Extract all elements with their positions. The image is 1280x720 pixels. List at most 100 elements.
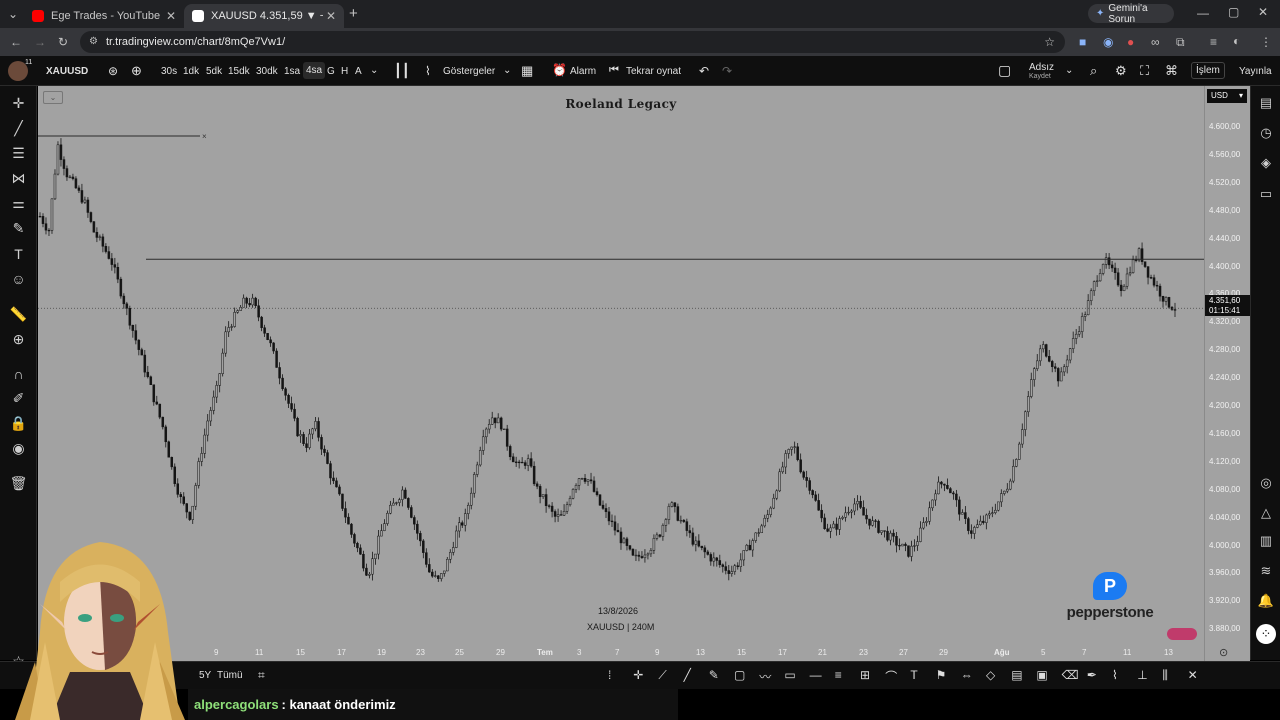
translate-icon[interactable]: ◉ [1103,36,1113,48]
lock-icon[interactable]: 🔒 [0,416,37,430]
eraser-icon[interactable]: ⌫ [1062,668,1079,682]
calendar-icon[interactable]: ▥ [1251,534,1280,547]
magnet-icon[interactable]: ∩ [0,367,37,381]
bookmark-star-icon[interactable]: ☆ [1044,35,1055,49]
pen-icon[interactable]: ✒ [1087,668,1097,682]
channel-icon[interactable]: ≡ [835,668,842,682]
reload-icon[interactable]: ↻ [58,36,68,48]
browser-menu-icon[interactable]: ⋮ [1260,36,1272,48]
range-all[interactable]: Tümü [217,670,243,681]
add-symbol-icon[interactable]: ⊕ [131,63,142,79]
quick-search-icon[interactable]: ⌕ [1090,63,1097,79]
gemini-button[interactable]: ✦ Gemini'a Sorun [1088,3,1174,25]
axis-settings-icon[interactable]: ⊙ [1219,646,1228,659]
fib-icon[interactable]: ⟋ [658,668,666,683]
extensions-puzzle-icon[interactable]: ⧉ [1176,36,1185,48]
pattern-icon[interactable]: ⋈ [0,171,37,185]
currency-select[interactable]: USD ▾ [1207,89,1247,103]
interval-1sa[interactable]: 1sa [284,66,300,77]
measure-icon[interactable]: ▤ [1011,668,1022,682]
interval-g[interactable]: G [327,66,335,77]
range-icon[interactable]: ⇔ [961,668,973,682]
site-info-icon[interactable]: ⚙ [89,36,98,47]
extension-red-icon[interactable]: ● [1127,36,1134,48]
undo-icon[interactable]: ↶ [699,64,709,78]
alarm-button[interactable]: Alarm [570,66,596,77]
close-tab-icon[interactable]: ✕ [326,9,336,23]
hline-icon[interactable]: — [810,668,822,682]
range-5y[interactable]: 5Y [199,670,211,681]
note-icon[interactable]: ▭ [784,668,795,682]
close-window-icon[interactable]: ✕ [1258,6,1268,18]
tab-search-icon[interactable]: ⌄ [8,8,18,20]
stream-icon[interactable]: ≋ [1251,564,1280,577]
candle-type-icon[interactable]: ┃┃ [394,63,410,79]
url-field[interactable]: ⚙ tr.tradingview.com/chart/8mQe7Vw1/ ☆ [80,31,1065,53]
ellipse-icon[interactable]: ◇ [986,668,995,682]
close-icon[interactable]: ✕ [1188,668,1198,682]
emoji-icon[interactable]: ☺ [0,272,37,286]
crosshair-icon[interactable]: ✛ [633,668,643,682]
interval-5dk[interactable]: 5dk [206,66,222,77]
watchlist-icon[interactable]: ▤ [1251,96,1280,109]
apps-grid-icon[interactable]: ⁘ [1256,624,1276,644]
target-icon[interactable]: ◎ [1251,476,1280,489]
interval-a[interactable]: A [355,66,362,77]
tab-tradingview[interactable]: XAUUSD 4.351,59 ▼ −1.3% Adı ✕ [184,4,344,28]
interval-1dk[interactable]: 1dk [183,66,199,77]
templates-icon[interactable]: ▦ [521,63,533,79]
tab-youtube[interactable]: Ege Trades - YouTube ✕ [24,4,184,28]
back-icon[interactable]: ← [10,36,22,48]
crosshair-icon[interactable]: ✛ [0,96,37,110]
fib-lines-icon[interactable]: ☰ [0,146,37,160]
path-icon[interactable]: 〰 [759,668,771,685]
forecast-icon[interactable]: ⚌ [0,196,37,210]
drag-handle-icon[interactable]: ⁞ [608,668,611,682]
minimize-icon[interactable]: — [1197,7,1209,19]
layout-dropdown-icon[interactable]: ⌄ [1065,65,1073,76]
alerts-clock-icon[interactable]: ◷ [1251,126,1280,139]
extension-icon[interactable]: ■ [1079,36,1086,48]
layout-name[interactable]: Adsız [1029,62,1054,73]
settings-gear-icon[interactable]: ⚙ [1115,63,1127,79]
zoom-in-icon[interactable]: ⊕ [0,332,37,346]
publish-button[interactable]: Yayınla [1239,66,1272,77]
reading-list-icon[interactable]: ≡ [1210,36,1217,48]
curve-icon[interactable]: ⌒ [885,668,897,685]
redo-icon[interactable]: ↷ [722,64,732,78]
eye-icon[interactable]: ◉ [0,441,37,455]
stay-drawing-icon[interactable]: ✐ [0,391,37,405]
indicators-button[interactable]: Göstergeler [443,66,495,77]
trend-line-icon[interactable]: ╱ [0,121,37,135]
save-button[interactable]: Kaydet [1029,73,1051,80]
position-icon[interactable]: ⊞ [860,668,870,682]
trash-icon[interactable]: 🗑 [0,476,37,490]
symbol-search[interactable]: XAUUSD [46,66,88,77]
brush-icon[interactable]: ✎ [0,221,37,235]
interval-30dk[interactable]: 30dk [256,66,278,77]
arc-icon[interactable]: ⌇ [1112,668,1118,682]
brush-icon[interactable]: ✎ [709,668,719,682]
vline-icon[interactable]: ⊥ [1137,668,1147,682]
parallel-icon[interactable]: ⫼ [1162,668,1168,683]
chart-pane[interactable]: ⌄ Roeland Legacy × 13/8/2026 XAUUSD | 24… [38,86,1204,661]
snapshot-camera-icon[interactable]: ⌘ [1165,63,1178,79]
close-tab-icon[interactable]: ✕ [166,9,176,23]
object-tree-icon[interactable]: ◈ [1251,156,1280,169]
layout-select-icon[interactable]: ▢ [998,62,1011,79]
profile-icon[interactable]: ◐ [1233,35,1240,47]
date-range-icon[interactable]: ⌗ [258,668,265,683]
interval-dropdown-icon[interactable]: ⌄ [370,65,378,76]
ruler-icon[interactable]: 📏 [0,307,37,321]
screener-icon[interactable]: △ [1251,506,1280,519]
notifications-bell-icon[interactable]: 🔔 [1251,594,1280,607]
price-axis[interactable]: USD ▾ 4.600,00 4.560,00 4.520,00 4.480,00 4.… [1204,86,1250,661]
interval-15dk[interactable]: 15dk [228,66,250,77]
text-tool-icon[interactable]: T [0,247,37,261]
indicators-dropdown-icon[interactable]: ⌄ [503,65,511,76]
flag-icon[interactable]: ⚑ [936,668,947,682]
text-icon[interactable]: T [910,668,917,682]
trade-button[interactable]: İşlem [1191,62,1225,79]
interval-4sa[interactable]: 4sa [303,62,326,79]
forward-icon[interactable]: → [34,36,46,48]
